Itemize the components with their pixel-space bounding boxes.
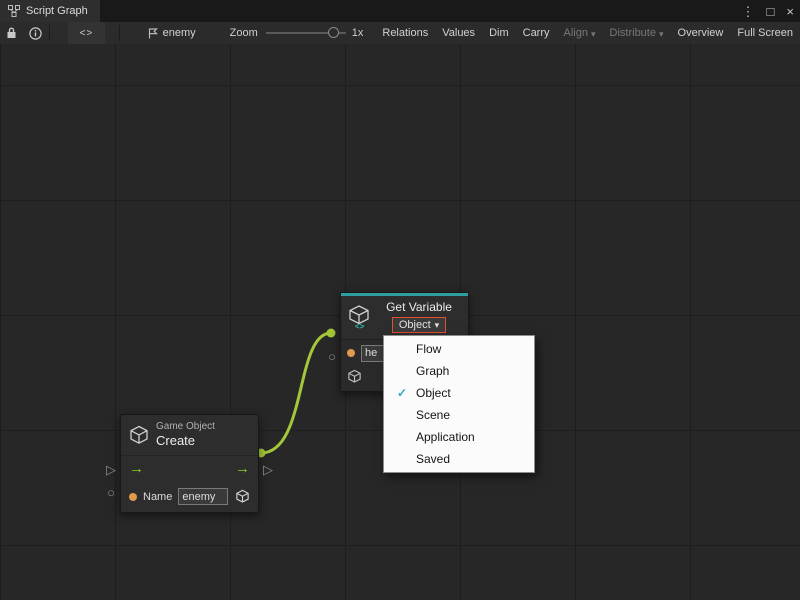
relations-button[interactable]: Relations [375, 22, 435, 44]
lock-button[interactable] [0, 22, 24, 44]
node-title: Create [156, 433, 215, 449]
overview-button-label: Overview [678, 27, 724, 39]
menu-item-label: Saved [416, 452, 450, 466]
variable-scope-dropdown[interactable]: Object ▾ [392, 317, 446, 333]
name-param-row: Name [121, 482, 258, 512]
flow-out-arrow-icon[interactable]: → [235, 461, 250, 476]
name-input[interactable] [178, 488, 228, 505]
align-button-label: Align [564, 27, 588, 39]
gameobject-cube-icon [347, 369, 362, 384]
input-port-circle-icon[interactable]: ○ [104, 486, 118, 499]
dim-button[interactable]: Dim [482, 22, 516, 44]
overview-button[interactable]: Overview [671, 22, 731, 44]
align-button[interactable]: Align ▾ [557, 22, 603, 44]
menu-item-saved[interactable]: ✓ Saved [384, 448, 534, 470]
fullscreen-button-label: Full Screen [737, 27, 793, 39]
graph-canvas[interactable]: <> Get Variable Object ▾ [0, 44, 800, 600]
node-category: Game Object [156, 421, 215, 433]
fullscreen-button[interactable]: Full Screen [730, 22, 800, 44]
chevron-down-icon: ▾ [659, 29, 664, 40]
toolbar-divider [119, 25, 120, 41]
values-button[interactable]: Values [435, 22, 482, 44]
graph-toolbar: <> enemy Zoom 1x Relations Values Dim Ca… [0, 22, 800, 45]
menu-item-application[interactable]: ✓ Application [384, 426, 534, 448]
menu-item-label: Graph [416, 364, 449, 378]
info-icon [29, 27, 42, 40]
svg-text:<>: <> [355, 322, 365, 330]
variable-scope-value: Object [399, 319, 431, 331]
lock-icon [6, 27, 17, 39]
zoom-value: 1x [352, 27, 364, 39]
info-button[interactable] [24, 22, 48, 44]
wire-endpoint-in [327, 329, 336, 338]
param-label: Name [143, 491, 172, 503]
zoom-slider[interactable] [266, 22, 346, 44]
menu-item-label: Flow [416, 342, 441, 356]
dim-button-label: Dim [489, 27, 509, 39]
chevron-down-icon: ▾ [435, 320, 440, 331]
menu-item-graph[interactable]: ✓ Graph [384, 360, 534, 382]
flow-in-port-triangle-icon[interactable]: ▷ [104, 463, 118, 476]
value-port-dot [347, 349, 355, 357]
variable-cube-icon: <> [347, 304, 371, 330]
flow-out-port-triangle-icon[interactable]: ▷ [261, 463, 275, 476]
node-gameobject-create[interactable]: Game Object Create → → Name ▷ ○ ▷ [120, 414, 259, 513]
chevron-down-icon: ▾ [591, 29, 596, 40]
flow-in-arrow-icon[interactable]: → [129, 461, 144, 476]
variable-flag-icon [148, 28, 158, 39]
relations-button-label: Relations [382, 27, 428, 39]
carry-button[interactable]: Carry [516, 22, 557, 44]
graph-variable-name: enemy [163, 27, 196, 39]
menu-item-label: Scene [416, 408, 450, 422]
menu-item-scene[interactable]: ✓ Scene [384, 404, 534, 426]
gameobject-output-cube-icon[interactable] [235, 489, 250, 504]
variable-scope-menu: ✓ Flow ✓ Graph ✓ Object ✓ Scene ✓ Applic… [383, 335, 535, 473]
maximize-icon[interactable]: □ [767, 5, 775, 18]
window-menu-icon[interactable]: ⋮ [742, 5, 755, 18]
tab-title: Script Graph [26, 5, 88, 17]
window-controls: ⋮ □ × [742, 0, 794, 22]
menu-item-flow[interactable]: ✓ Flow [384, 338, 534, 360]
distribute-button[interactable]: Distribute ▾ [603, 22, 671, 44]
menu-item-label: Application [416, 430, 475, 444]
distribute-button-label: Distribute [610, 27, 656, 39]
script-graph-icon [8, 5, 20, 17]
check-icon: ✓ [395, 386, 409, 400]
menu-item-label: Object [416, 386, 451, 400]
close-icon[interactable]: × [786, 5, 794, 18]
window-tab-bar: Script Graph ⋮ □ × [0, 0, 800, 22]
value-port-dot [129, 493, 137, 501]
graph-variable-chip[interactable]: enemy [148, 27, 196, 39]
code-view-button[interactable]: <> [68, 22, 104, 44]
input-port-circle-icon[interactable]: ○ [325, 350, 339, 363]
zoom-label: Zoom [230, 27, 258, 39]
values-button-label: Values [442, 27, 475, 39]
gameobject-cube-icon [129, 425, 149, 445]
node-title: Get Variable [386, 300, 452, 314]
carry-button-label: Carry [523, 27, 550, 39]
toolbar-divider [49, 25, 50, 41]
menu-item-object[interactable]: ✓ Object [384, 382, 534, 404]
zoom-slider-knob[interactable] [328, 27, 339, 38]
flow-row: → → [121, 455, 258, 482]
tab-script-graph[interactable]: Script Graph [0, 0, 100, 22]
